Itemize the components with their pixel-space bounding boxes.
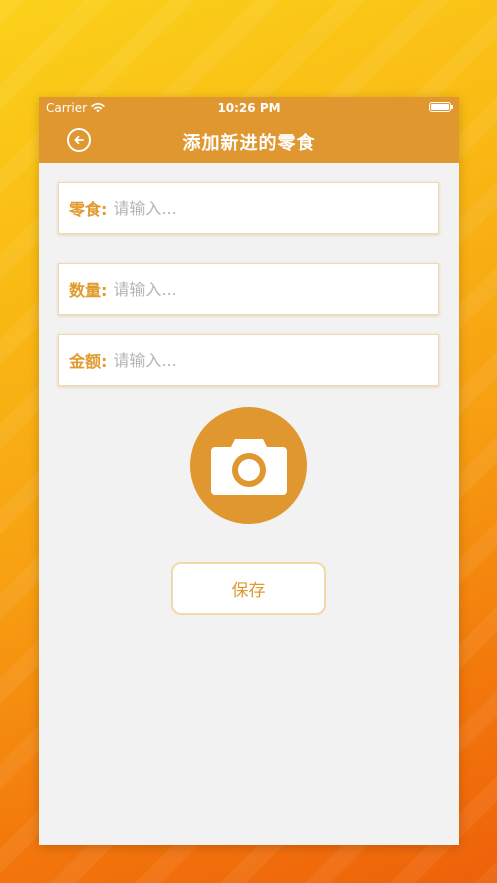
- camera-icon: [210, 438, 287, 495]
- status-time: 10:26 PM: [217, 101, 281, 115]
- snack-name-field[interactable]: 零食:: [58, 182, 439, 234]
- quantity-label: 数量:: [69, 281, 108, 300]
- amount-field[interactable]: 金额:: [58, 334, 439, 386]
- app-screen: Carrier 10:26 PM 添加新进的零食 零食: 数量:: [39, 97, 459, 845]
- status-bar: Carrier 10:26 PM: [39, 97, 459, 119]
- snack-name-label: 零食:: [69, 200, 108, 219]
- top-bar: Carrier 10:26 PM 添加新进的零食: [39, 97, 459, 163]
- quantity-field[interactable]: 数量:: [58, 263, 439, 315]
- quantity-input[interactable]: [113, 279, 438, 299]
- nav-bar: 添加新进的零食: [39, 119, 459, 163]
- snack-name-input[interactable]: [113, 198, 438, 218]
- amount-label: 金额:: [69, 352, 108, 371]
- amount-input[interactable]: [113, 350, 438, 370]
- save-button[interactable]: 保存: [171, 562, 326, 615]
- page-title: 添加新进的零食: [182, 133, 316, 154]
- photo-button[interactable]: [190, 407, 307, 524]
- battery-icon: [429, 102, 453, 112]
